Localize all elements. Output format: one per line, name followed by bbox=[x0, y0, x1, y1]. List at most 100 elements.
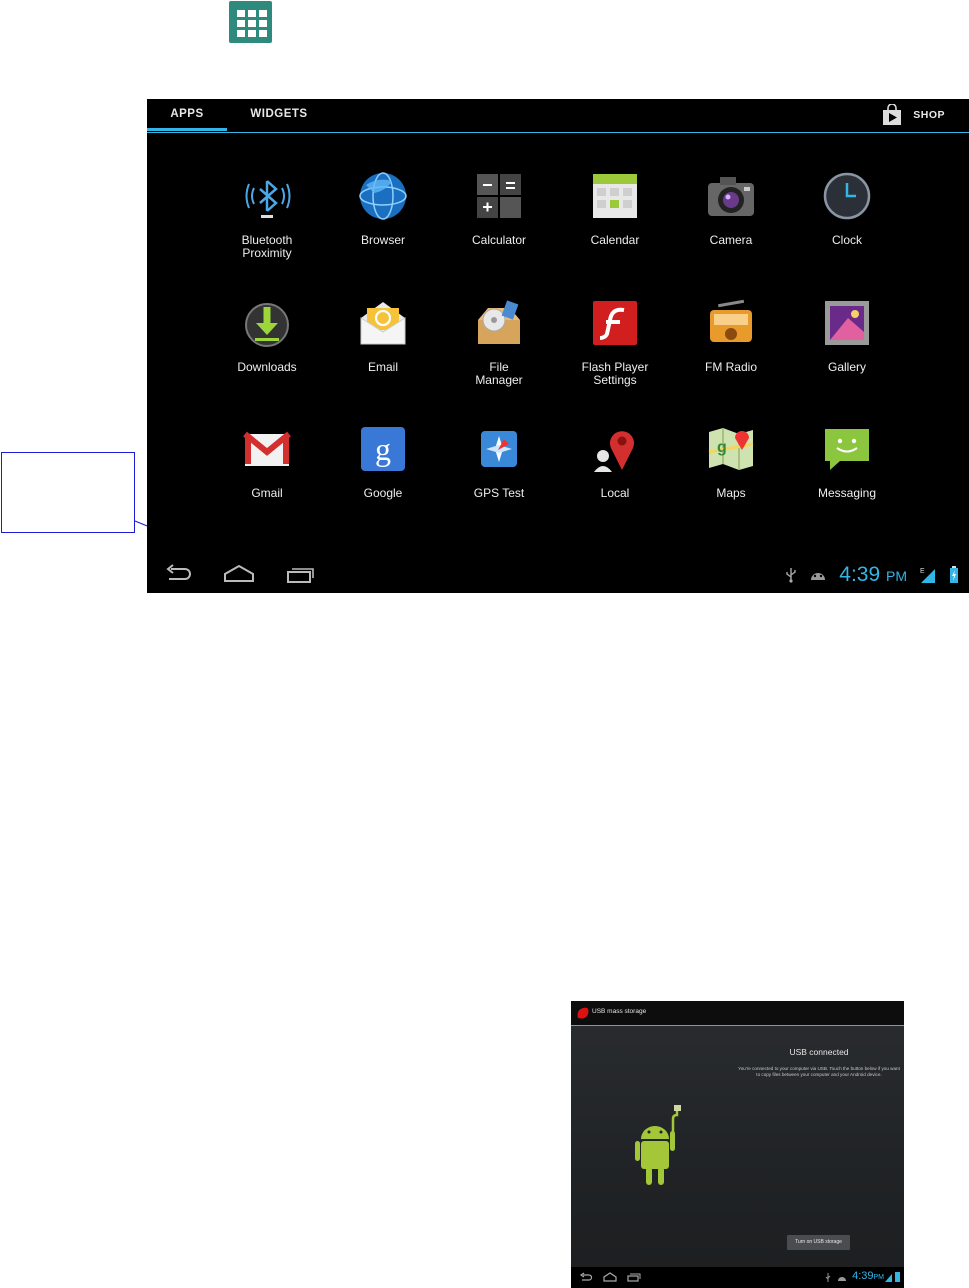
status-area: 4:39 PM E bbox=[785, 560, 959, 590]
app-label: Clock bbox=[831, 233, 862, 247]
app-label: Calendar bbox=[590, 233, 640, 247]
app-label: FM Radio bbox=[704, 360, 757, 374]
app-google[interactable]: g Google bbox=[325, 424, 441, 500]
app-calculator[interactable]: Calculator bbox=[441, 171, 557, 247]
app-label: Messaging bbox=[817, 486, 877, 500]
calendar-icon bbox=[590, 171, 640, 221]
grid-dot bbox=[237, 10, 245, 17]
status-clock: 4:39 PM bbox=[839, 563, 907, 587]
app-label: Gallery bbox=[827, 360, 866, 374]
usb-mass-storage-screen: USB mass storage USB connected You're co… bbox=[571, 1001, 904, 1288]
app-label: Browser bbox=[360, 233, 405, 247]
app-label: Gmail bbox=[251, 486, 283, 500]
app-email[interactable]: Email bbox=[325, 298, 441, 374]
file-box-icon bbox=[474, 298, 524, 348]
tab-bar: APPS WIDGETS SHOP bbox=[147, 99, 969, 133]
app-label: File Manager bbox=[475, 360, 523, 387]
usb-back-icon[interactable] bbox=[579, 1272, 593, 1283]
map-icon: g bbox=[706, 424, 756, 474]
flash-icon bbox=[590, 298, 640, 348]
usb-status-android-icon bbox=[838, 1277, 846, 1281]
app-label: Flash Player Settings bbox=[581, 360, 649, 387]
grid-dot bbox=[259, 20, 267, 27]
android-usb-icon bbox=[635, 1105, 681, 1185]
play-store-bag-icon bbox=[883, 104, 902, 125]
clock-time: 4:39 bbox=[839, 563, 881, 586]
grid-dot bbox=[237, 20, 245, 27]
shop-label: SHOP bbox=[913, 109, 945, 121]
app-label: Calculator bbox=[471, 233, 527, 247]
callout-box bbox=[1, 452, 135, 533]
usb-icon bbox=[786, 568, 796, 583]
network-type-label: E bbox=[920, 568, 925, 575]
grid-dot bbox=[248, 20, 256, 27]
usb-clock-time: 4:39 bbox=[852, 1270, 874, 1282]
app-file-manager[interactable]: File Manager bbox=[441, 298, 557, 387]
usb-status-usb-icon bbox=[825, 1273, 831, 1282]
app-label: Local bbox=[600, 486, 630, 500]
apps-drawer-screen: APPS WIDGETS SHOP Bluetooth Proximity Brow… bbox=[147, 99, 969, 593]
download-icon bbox=[242, 298, 292, 348]
usb-title-bar: USB mass storage bbox=[571, 1001, 904, 1026]
clock-ampm: PM bbox=[886, 568, 907, 584]
tab-widgets[interactable]: WIDGETS bbox=[239, 99, 319, 130]
usb-signal-icon bbox=[885, 1274, 892, 1282]
app-gps-test[interactable]: GPS Test bbox=[441, 424, 557, 500]
calculator-icon bbox=[474, 171, 524, 221]
usb-storage-app-icon bbox=[577, 1007, 589, 1019]
envelope-icon bbox=[358, 298, 408, 348]
back-icon[interactable] bbox=[163, 563, 193, 585]
recent-apps-icon[interactable] bbox=[286, 563, 316, 585]
chat-bubble-icon bbox=[822, 424, 872, 474]
grid-dot bbox=[248, 10, 256, 17]
svg-text:g: g bbox=[375, 431, 391, 467]
grid-dot bbox=[259, 10, 267, 17]
app-fm-radio[interactable]: FM Radio bbox=[673, 298, 789, 374]
bluetooth-icon bbox=[242, 171, 292, 221]
all-apps-grid-icon[interactable] bbox=[229, 1, 272, 43]
map-pin-icon bbox=[590, 424, 640, 474]
usb-status-clock: 4:39PM bbox=[852, 1270, 884, 1282]
shop-button[interactable]: SHOP bbox=[881, 104, 945, 126]
usb-recent-apps-icon[interactable] bbox=[627, 1272, 641, 1283]
app-downloads[interactable]: Downloads bbox=[209, 298, 325, 374]
app-camera[interactable]: Camera bbox=[673, 171, 789, 247]
app-label: Google bbox=[363, 486, 403, 500]
app-gmail[interactable]: Gmail bbox=[209, 424, 325, 500]
turn-on-usb-storage-button[interactable]: Turn on USB storage bbox=[787, 1235, 850, 1250]
signal-icon: E bbox=[920, 568, 935, 583]
home-icon[interactable] bbox=[223, 563, 255, 585]
android-debug-icon bbox=[811, 573, 826, 580]
app-label: Camera bbox=[709, 233, 753, 247]
app-clock[interactable]: Clock bbox=[789, 171, 905, 247]
svg-text:g: g bbox=[717, 439, 727, 456]
usb-heading: USB connected bbox=[789, 1047, 849, 1057]
app-label: GPS Test bbox=[473, 486, 525, 500]
usb-clock-ampm: PM bbox=[873, 1274, 885, 1281]
radio-icon bbox=[706, 298, 756, 348]
gallery-icon bbox=[822, 298, 872, 348]
usb-title: USB mass storage bbox=[592, 1008, 647, 1015]
app-grid: Bluetooth Proximity Browser Calculator Calen… bbox=[209, 171, 909, 516]
app-gallery[interactable]: Gallery bbox=[789, 298, 905, 374]
compass-icon bbox=[474, 424, 524, 474]
app-label: Maps bbox=[716, 486, 746, 500]
app-maps[interactable]: g Maps bbox=[673, 424, 789, 500]
tab-apps[interactable]: APPS bbox=[147, 99, 227, 131]
usb-home-icon[interactable] bbox=[603, 1272, 617, 1283]
app-bluetooth-proximity[interactable]: Bluetooth Proximity bbox=[209, 171, 325, 260]
clock-icon bbox=[822, 171, 872, 221]
usb-description: You're connected to your computer via US… bbox=[738, 1066, 900, 1077]
usb-navigation-bar: 4:39PM bbox=[571, 1267, 904, 1288]
app-browser[interactable]: Browser bbox=[325, 171, 441, 247]
app-local[interactable]: Local bbox=[557, 424, 673, 500]
usb-battery-icon bbox=[895, 1272, 900, 1282]
app-label: Bluetooth Proximity bbox=[241, 233, 293, 260]
grid-dot bbox=[259, 30, 267, 37]
camera-icon bbox=[706, 171, 756, 221]
battery-icon bbox=[950, 566, 958, 583]
google-icon: g bbox=[358, 424, 408, 474]
app-calendar[interactable]: Calendar bbox=[557, 171, 673, 247]
app-messaging[interactable]: Messaging bbox=[789, 424, 905, 500]
app-flash-player-settings[interactable]: Flash Player Settings bbox=[557, 298, 673, 387]
